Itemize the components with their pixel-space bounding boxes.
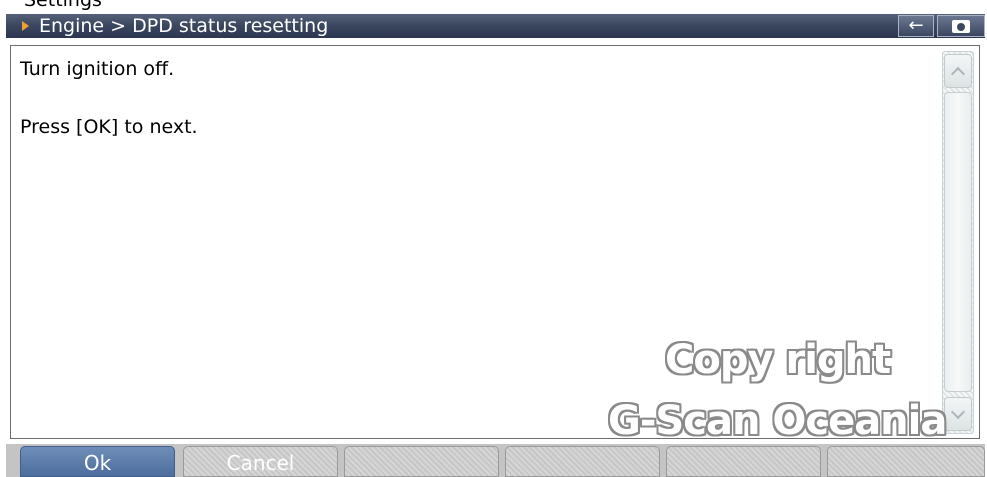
instruction-text: Turn ignition off. bbox=[20, 58, 175, 80]
ok-button[interactable]: Ok bbox=[20, 446, 175, 477]
scroll-up-button[interactable] bbox=[944, 54, 972, 88]
chevron-up-icon bbox=[950, 66, 966, 81]
back-arrow-icon: ← bbox=[908, 15, 924, 36]
function-button-5[interactable] bbox=[666, 446, 821, 477]
cancel-button[interactable]: Cancel bbox=[183, 446, 338, 477]
function-button-6[interactable] bbox=[827, 446, 985, 477]
function-button-3[interactable] bbox=[344, 446, 499, 477]
clipped-header-text: Settings bbox=[24, 0, 102, 11]
camera-icon bbox=[952, 19, 970, 33]
scroll-thumb[interactable] bbox=[944, 92, 972, 392]
title-bar: Engine > DPD status resetting ← bbox=[6, 14, 985, 38]
scroll-down-button[interactable] bbox=[944, 397, 972, 431]
chevron-down-icon bbox=[950, 404, 966, 419]
watermark-line: Copy right bbox=[665, 337, 891, 383]
instruction-text: Press [OK] to next. bbox=[20, 116, 198, 138]
app-window: Settings Engine > DPD status resetting ←… bbox=[0, 0, 987, 477]
back-button[interactable]: ← bbox=[898, 15, 934, 37]
watermark-line: G-Scan Oceania bbox=[608, 398, 947, 444]
breadcrumb-title: Engine > DPD status resetting bbox=[39, 15, 329, 37]
function-button-bar: Ok Cancel bbox=[6, 444, 985, 477]
vertical-scrollbar[interactable] bbox=[942, 51, 974, 434]
screenshot-button[interactable] bbox=[937, 15, 985, 37]
function-button-4[interactable] bbox=[505, 446, 660, 477]
caret-right-icon bbox=[22, 21, 29, 31]
